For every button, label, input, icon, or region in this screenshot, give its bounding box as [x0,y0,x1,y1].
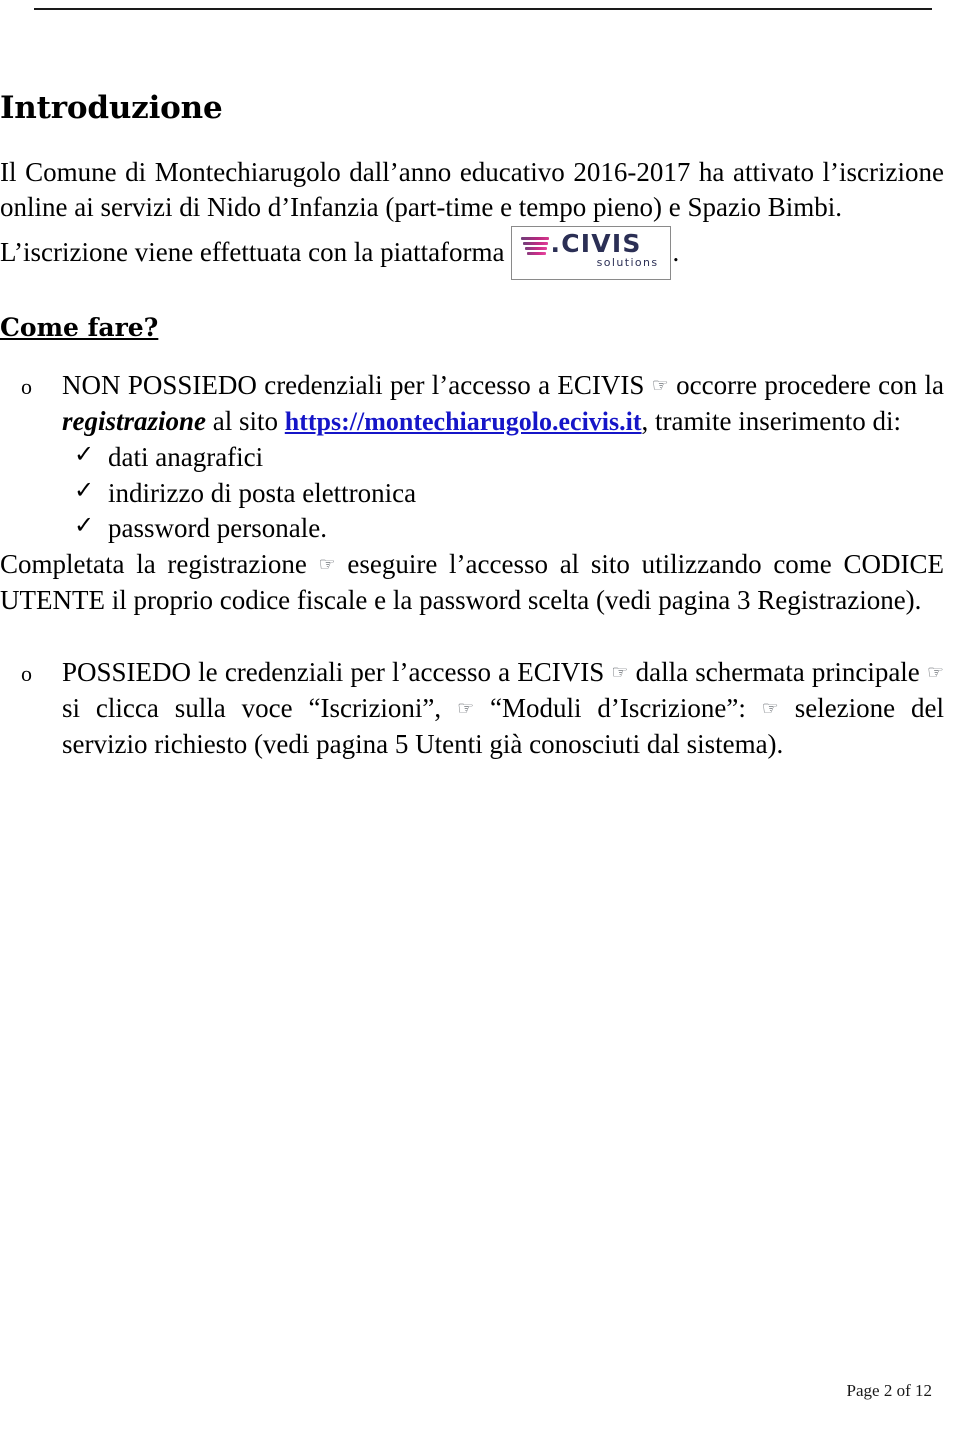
no-cred-line2b: al sito [212,405,279,436]
pointing-hand-icon: ☞ [651,374,669,397]
checklist-label: dati anagrafici [108,441,264,472]
page-title: Introduzione [0,90,223,126]
platform-line: L’iscrizione viene effettuata con la pia… [0,226,944,281]
registration-followup-paragraph: Completata la registrazione ☞ eseguire l… [0,547,944,619]
platform-lead-text: L’iscrizione viene effettuata con la pia… [0,237,505,268]
list-item: ✓ indirizzo di posta elettronica [62,476,944,512]
registration-url-link[interactable]: https://montechiarugolo.ecivis.it [285,407,642,436]
option-no-credentials: o NON POSSIEDO credenziali per l’accesso… [0,368,944,548]
document-page: Introduzione Il Comune di Montechiarugol… [0,0,960,1429]
pointing-hand-icon: ☞ [457,697,475,720]
checklist-label: indirizzo di posta elettronica [108,477,417,508]
platform-trailing-period: . [672,237,680,268]
no-cred-line1a: NON POSSIEDO credenziali per l’accesso a… [62,369,645,400]
check-icon: ✓ [74,477,95,504]
intro-paragraph: Il Comune di Montechiarugolo dall’anno e… [0,156,944,223]
logo-gradient-bars-icon [520,237,551,256]
pointing-hand-icon: ☞ [761,697,779,720]
check-icon: ✓ [74,513,95,540]
no-cred-line3: tramite inserimento di: [655,405,901,436]
pointing-hand-icon: ☞ [318,554,336,577]
has-cred-part-a: POSSIEDO le credenziali per l’accesso a … [62,657,605,688]
option-has-credentials: o POSSIEDO le credenziali per l’accesso … [0,655,944,763]
header-rule [34,8,932,10]
followup-c: il proprio codice fiscale e la password … [111,585,922,616]
civis-logo: .CIVIS solutions [510,226,671,281]
section-heading-come-fare: Come fare? [0,313,159,343]
has-cred-part-b: dalla schermata principale [635,657,920,688]
logo-wordmark: .CIVIS [550,229,642,259]
registrazione-emphasis: registrazione [62,405,207,436]
option-no-credentials-text: NON POSSIEDO credenziali per l’accesso a… [62,368,944,440]
checklist-label: password personale. [108,513,327,544]
list-item: ✓ password personale. [62,511,944,547]
after-url-comma: , [641,405,649,436]
no-cred-line1b: occorre procedere con la [676,369,944,400]
bullet-marker-o: o [21,373,32,399]
logo-tagline: solutions [596,256,659,270]
document-content: Introduzione Il Comune di Montechiarugol… [0,92,944,763]
check-icon: ✓ [74,441,95,468]
registration-checklist: ✓ dati anagrafici ✓ indirizzo di posta ele… [62,440,944,548]
list-item: ✓ dati anagrafici [62,440,944,476]
followup-a: Completata la registrazione [0,549,307,580]
has-cred-part-c: si clicca sulla voce “Iscrizioni”, [62,693,442,724]
followup-b: eseguire l’accesso al sito utilizzando c… [347,549,832,580]
pointing-hand-icon: ☞ [926,661,944,684]
has-cred-part-d: “Moduli d’Iscrizione”: [490,693,746,724]
option-has-credentials-text: POSSIEDO le credenziali per l’accesso a … [62,655,944,763]
bullet-marker-o: o [21,661,32,687]
pointing-hand-icon: ☞ [611,661,629,684]
page-footer: Page 2 of 12 [846,1381,932,1400]
